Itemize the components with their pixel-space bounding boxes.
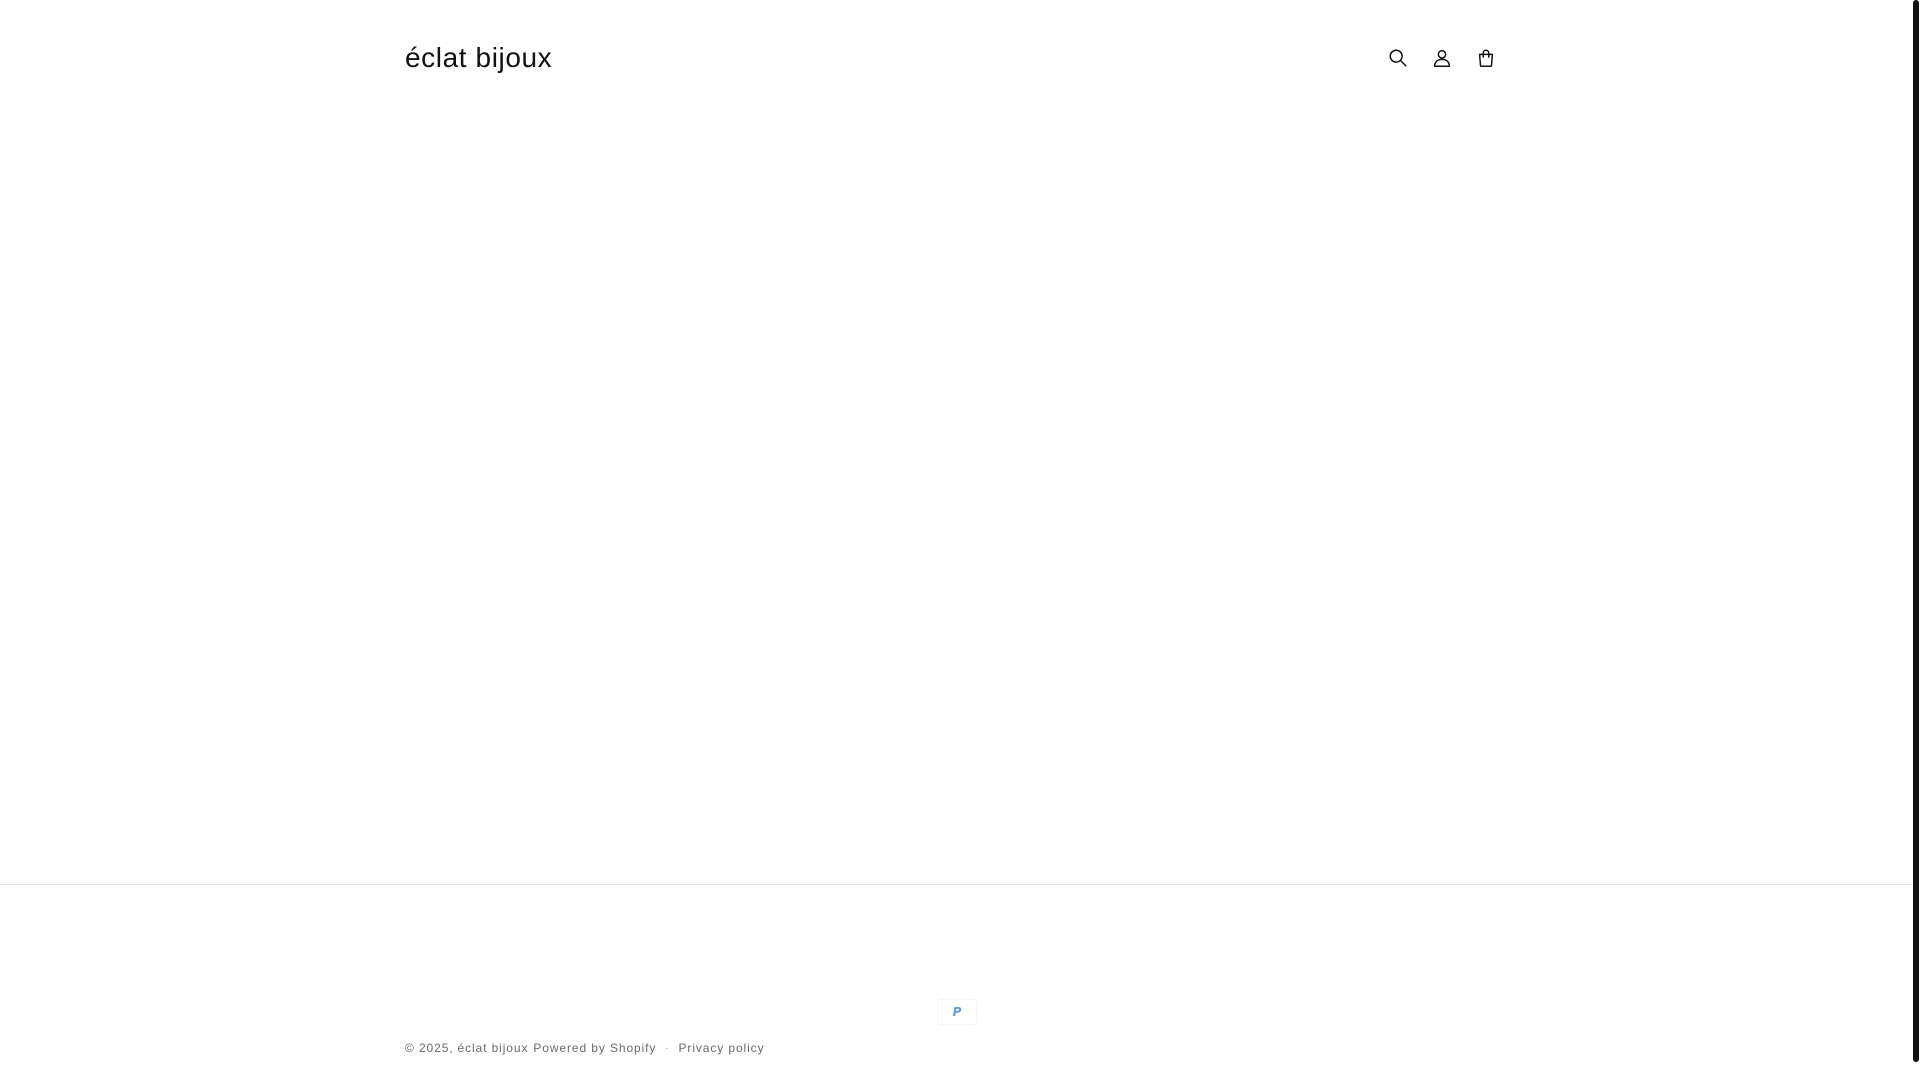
powered-by-shopify-link[interactable]: Powered by Shopify — [533, 1041, 656, 1055]
paypal-icon: P — [937, 999, 977, 1025]
site-header: éclat bijoux — [0, 0, 1912, 116]
search-button[interactable] — [1376, 36, 1420, 80]
copyright-text: © 2025, — [405, 1041, 454, 1055]
cart-icon — [1478, 49, 1494, 67]
store-logo[interactable]: éclat bijoux — [405, 40, 552, 76]
cart-button[interactable] — [1464, 36, 1508, 80]
scrollbar-track[interactable] — [1912, 0, 1920, 1080]
footer-bottom: © 2025, éclat bijoux Powered by Shopify … — [405, 1041, 765, 1055]
header-icons — [1376, 36, 1508, 80]
page: éclat bijoux P © 2025, éclat bijoux Powe… — [0, 0, 1920, 1080]
scrollbar-thumb[interactable] — [1913, 0, 1919, 1062]
search-icon — [1389, 49, 1407, 67]
store-link[interactable]: éclat bijoux — [458, 1041, 529, 1055]
account-button[interactable] — [1420, 36, 1464, 80]
site-footer: P © 2025, éclat bijoux Powered by Shopif… — [0, 884, 1912, 1080]
privacy-policy-link[interactable]: Privacy policy — [679, 1041, 765, 1055]
main-content — [0, 116, 1912, 884]
account-icon — [1433, 49, 1451, 67]
payment-icons: P — [937, 999, 977, 1025]
separator-dot: · — [665, 1042, 670, 1054]
